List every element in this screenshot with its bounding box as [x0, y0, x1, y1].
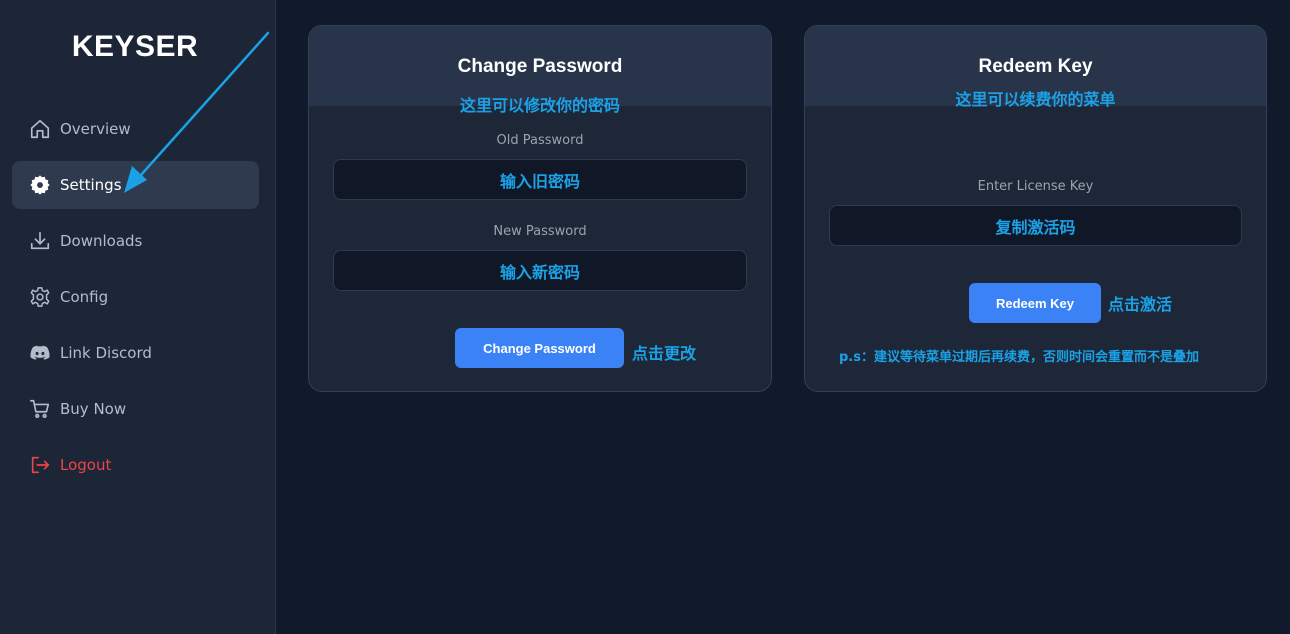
discord-icon: [28, 341, 52, 365]
sidebar-item-label: Config: [60, 288, 109, 306]
brand-logo: KEYSER: [71, 30, 199, 63]
cart-icon: [28, 397, 52, 421]
download-icon: [28, 229, 52, 253]
card-annotation: 这里可以修改你的密码: [459, 96, 620, 115]
change-password-hint: 点击更改: [632, 344, 697, 363]
change-password-button[interactable]: Change Password: [455, 328, 624, 368]
gear-icon: [28, 285, 52, 309]
sidebar: KEYSER Overview Settings Downloads Confi…: [0, 0, 276, 634]
license-key-label: Enter License Key: [977, 179, 1094, 194]
redeem-hint: 点击激活: [1108, 295, 1173, 314]
sidebar-item-label: Link Discord: [60, 344, 152, 362]
card-annotation: 这里可以续费你的菜单: [955, 90, 1116, 109]
sidebar-item-overview[interactable]: Overview: [12, 105, 259, 153]
sidebar-item-label: Downloads: [60, 232, 143, 250]
app: KEYSER Overview Settings Downloads Confi…: [0, 0, 1290, 634]
license-key-input[interactable]: 复制激活码: [829, 205, 1242, 246]
sidebar-item-logout[interactable]: Logout: [12, 441, 259, 489]
old-password-input[interactable]: 输入旧密码: [333, 159, 747, 200]
sidebar-item-downloads[interactable]: Downloads: [12, 217, 259, 265]
renewal-note: p.s：建议等待菜单过期后再续费，否则时间会重置而不是叠加: [839, 350, 1199, 365]
card-title: Redeem Key: [978, 56, 1093, 77]
redeem-key-card: Redeem Key 这里可以续费你的菜单 Enter License Key …: [804, 25, 1267, 392]
redeem-key-button[interactable]: Redeem Key: [969, 283, 1101, 323]
sidebar-item-label: Overview: [60, 120, 131, 138]
home-icon: [28, 117, 52, 141]
card-title: Change Password: [457, 56, 623, 77]
sidebar-item-buy-now[interactable]: Buy Now: [12, 385, 259, 433]
sidebar-item-label: Buy Now: [60, 400, 127, 418]
sidebar-item-label: Logout: [60, 456, 112, 474]
sidebar-item-settings[interactable]: Settings: [12, 161, 259, 209]
old-password-label: Old Password: [496, 133, 584, 148]
new-password-input[interactable]: 输入新密码: [333, 250, 747, 291]
sidebar-item-config[interactable]: Config: [12, 273, 259, 321]
change-password-card: Change Password 这里可以修改你的密码 Old Password …: [308, 25, 772, 392]
sidebar-item-link-discord[interactable]: Link Discord: [12, 329, 259, 377]
new-password-label: New Password: [493, 224, 587, 239]
sidebar-item-label: Settings: [60, 176, 122, 194]
logout-icon: [28, 453, 52, 477]
cog-icon: [28, 173, 52, 197]
